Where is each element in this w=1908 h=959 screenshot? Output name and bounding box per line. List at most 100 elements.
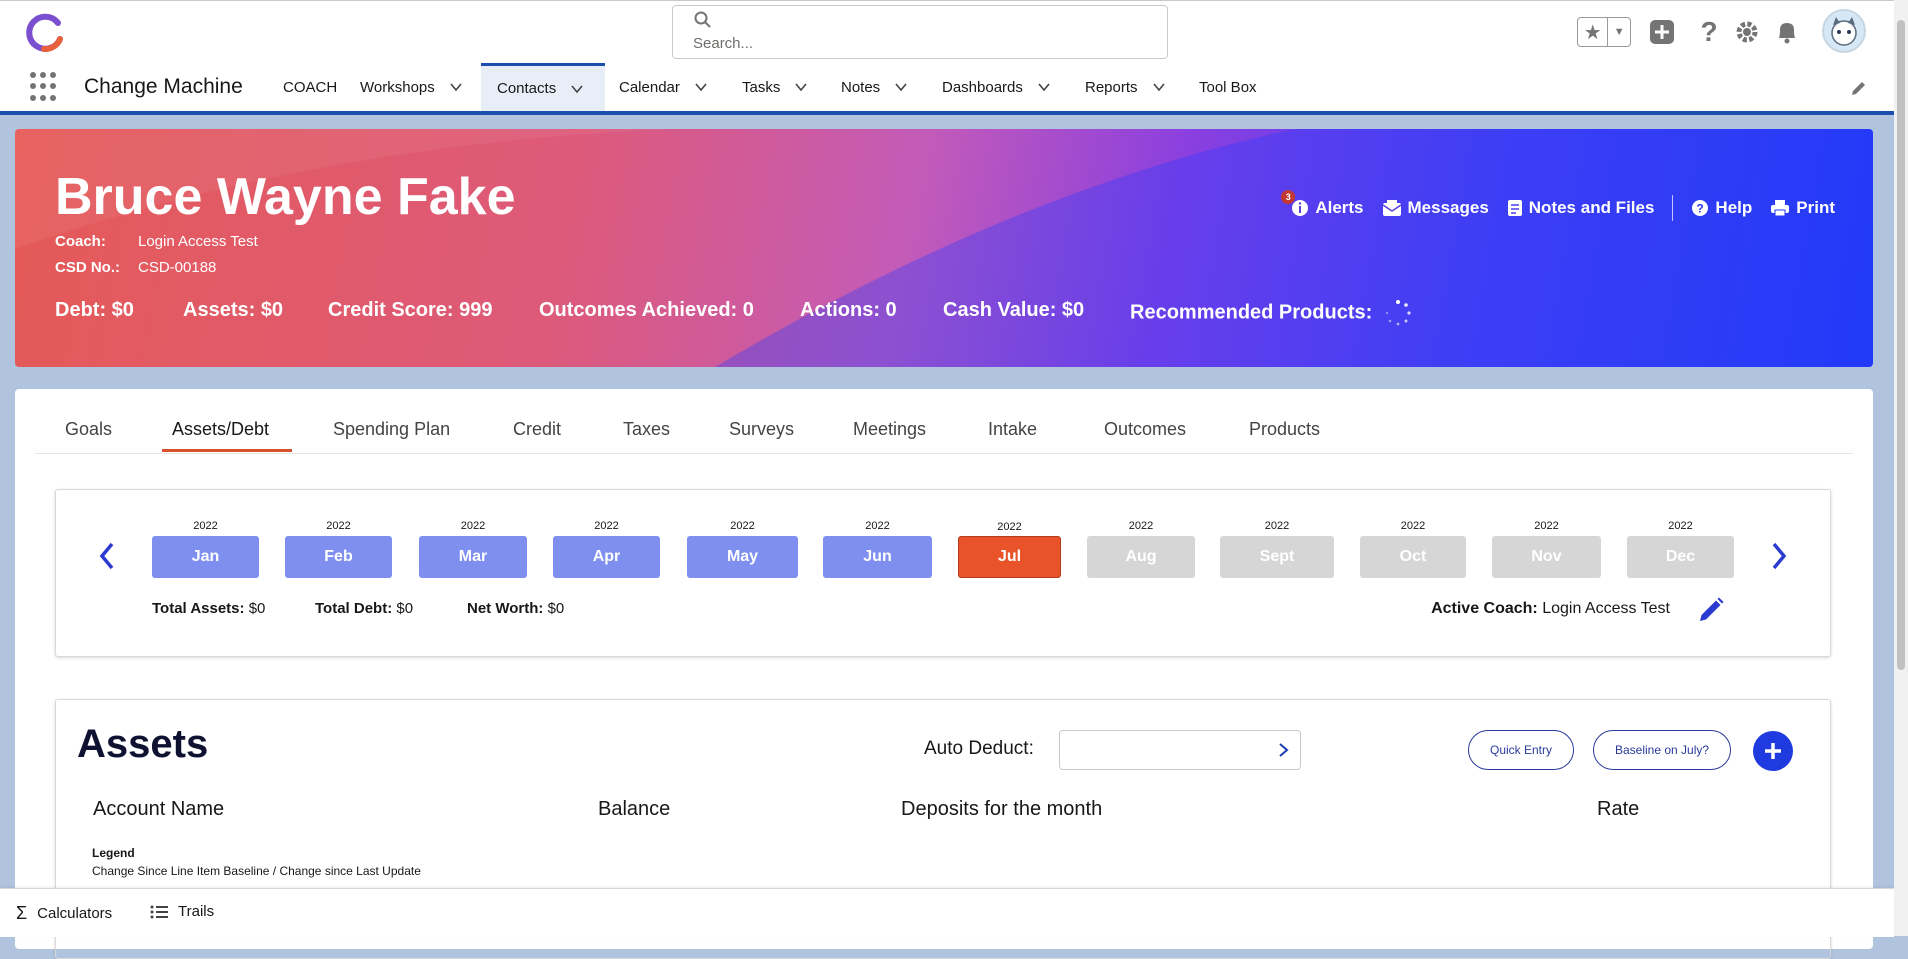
chevron-down-icon[interactable] — [1037, 80, 1051, 94]
month-feb[interactable]: 2022 Feb — [285, 520, 392, 578]
nav-item-coach[interactable]: COACH — [283, 63, 337, 111]
month-jul[interactable]: 2022 Jul — [958, 521, 1061, 578]
tab-surveys[interactable]: Surveys — [729, 419, 794, 440]
baseline-button[interactable]: Baseline on July? — [1593, 730, 1731, 770]
legend-title: Legend — [92, 846, 135, 860]
tab-credit[interactable]: Credit — [513, 419, 561, 440]
global-search[interactable] — [672, 5, 1168, 59]
tab-goals[interactable]: Goals — [65, 419, 112, 440]
add-asset-button[interactable] — [1753, 731, 1793, 771]
messages-button[interactable]: Messages — [1382, 198, 1489, 218]
printer-icon — [1771, 200, 1790, 217]
question-icon: ? — [1692, 200, 1709, 216]
total-assets: Total Assets: $0 — [152, 600, 266, 617]
stat-cash-value: Cash Value: $0 — [943, 299, 1085, 321]
chevron-right-icon[interactable] — [1766, 538, 1792, 574]
scrollbar-thumb[interactable] — [1897, 20, 1905, 670]
avatar[interactable] — [1822, 9, 1866, 53]
tab-meetings[interactable]: Meetings — [853, 419, 926, 440]
banner-decoration — [15, 129, 1873, 367]
tab-assets-debt[interactable]: Assets/Debt — [172, 419, 269, 440]
bell-icon[interactable] — [1772, 17, 1802, 47]
nav-item-reports[interactable]: Reports — [1085, 63, 1166, 111]
sigma-icon: Σ — [16, 903, 28, 923]
month-aug[interactable]: 2022 Aug — [1087, 520, 1195, 578]
edit-nav-icon[interactable] — [1850, 79, 1868, 97]
pencil-icon[interactable] — [1697, 596, 1725, 624]
header-actions: 3 Alerts Messages Notes and Files ? Help… — [1281, 190, 1835, 221]
chevron-down-icon[interactable] — [570, 82, 584, 96]
global-add-icon[interactable] — [1647, 17, 1677, 47]
chevron-down-icon[interactable] — [694, 80, 708, 94]
month-sept[interactable]: 2022 Sept — [1220, 520, 1334, 578]
month-mar[interactable]: 2022 Mar — [419, 520, 527, 578]
column-header-deposits: Deposits for the month — [901, 798, 1103, 820]
nav-item-notes[interactable]: Notes — [841, 63, 908, 111]
column-header-account-name: Account Name — [93, 798, 225, 820]
app-nav-bar: Change Machine COACH Workshops Contacts … — [0, 63, 1908, 115]
app-logo-icon[interactable] — [22, 11, 66, 55]
total-debt: Total Debt: $0 — [315, 600, 414, 617]
nav-item-calendar[interactable]: Calendar — [619, 63, 708, 111]
nav-item-dashboards[interactable]: Dashboards — [942, 63, 1051, 111]
tab-products[interactable]: Products — [1249, 419, 1320, 440]
month-jun[interactable]: 2022 Jun — [823, 520, 932, 578]
auto-deduct-label: Auto Deduct: — [924, 738, 1034, 759]
month-oct[interactable]: 2022 Oct — [1360, 520, 1466, 578]
chevron-right-icon — [1279, 743, 1289, 757]
stat-actions: Actions: 0 — [800, 299, 897, 321]
help-button[interactable]: ? Help — [1691, 198, 1752, 218]
tab-taxes[interactable]: Taxes — [623, 419, 670, 440]
assets-heading: Assets — [77, 722, 209, 766]
app-name: Change Machine — [84, 75, 243, 98]
month-may[interactable]: 2022 May — [687, 520, 798, 578]
month-nov[interactable]: 2022 Nov — [1492, 520, 1601, 578]
plus-icon — [1765, 743, 1781, 759]
favorites-button[interactable]: ★ ▼ — [1577, 17, 1631, 47]
alerts-button[interactable]: 3 Alerts — [1281, 190, 1364, 218]
calculators-button[interactable]: Σ Calculators — [16, 903, 112, 924]
print-button[interactable]: Print — [1770, 198, 1835, 218]
tab-outcomes[interactable]: Outcomes — [1104, 419, 1186, 440]
chevron-down-icon[interactable]: ▼ — [1608, 18, 1630, 46]
notes-and-files-button[interactable]: Notes and Files — [1507, 198, 1654, 218]
nav-item-contacts[interactable]: Contacts — [481, 63, 605, 111]
help-icon[interactable]: ? — [1694, 16, 1724, 47]
loading-spinner-icon — [1385, 300, 1411, 326]
chevron-down-icon[interactable] — [894, 80, 908, 94]
column-header-rate: Rate — [1597, 798, 1640, 820]
quick-entry-button[interactable]: Quick Entry — [1468, 730, 1574, 770]
divider — [1672, 195, 1674, 221]
gear-icon[interactable] — [1732, 17, 1762, 47]
tab-intake[interactable]: Intake — [988, 419, 1037, 440]
list-icon — [150, 905, 168, 918]
nav-item-tasks[interactable]: Tasks — [742, 63, 808, 111]
record-tabs: Goals Assets/Debt Spending Plan Credit T… — [35, 389, 1853, 454]
legend-text: Change Since Line Item Baseline / Change… — [92, 864, 421, 878]
month-jan[interactable]: 2022 Jan — [152, 520, 259, 578]
messages-icon — [1382, 200, 1401, 216]
tab-spending-plan[interactable]: Spending Plan — [333, 419, 450, 440]
stat-recommended-products: Recommended Products: — [1130, 299, 1412, 327]
net-worth: Net Worth: $0 — [467, 600, 565, 617]
contact-header-banner: Bruce Wayne Fake Coach: Login Access Tes… — [15, 129, 1873, 367]
auto-deduct-select[interactable] — [1059, 730, 1301, 770]
page-scrollbar[interactable] — [1894, 0, 1908, 936]
star-icon[interactable]: ★ — [1578, 18, 1609, 46]
month-dec[interactable]: 2022 Dec — [1627, 520, 1734, 578]
month-apr[interactable]: 2022 Apr — [553, 520, 660, 578]
nav-item-workshops[interactable]: Workshops — [360, 63, 463, 111]
chevron-down-icon[interactable] — [794, 80, 808, 94]
chevron-left-icon[interactable] — [94, 538, 120, 574]
chevron-down-icon[interactable] — [1152, 80, 1166, 94]
stat-credit-score: Credit Score: 999 — [328, 299, 493, 321]
search-input[interactable] — [691, 34, 1155, 53]
trails-button[interactable]: Trails — [150, 903, 214, 920]
nav-item-tool-box[interactable]: Tool Box — [1199, 63, 1257, 111]
info-icon — [1292, 200, 1309, 216]
app-launcher-icon[interactable] — [30, 72, 60, 102]
main-card: Goals Assets/Debt Spending Plan Credit T… — [15, 389, 1873, 959]
chevron-down-icon[interactable] — [449, 80, 463, 94]
stat-outcomes: Outcomes Achieved: 0 — [539, 299, 754, 321]
column-header-balance: Balance — [598, 798, 671, 820]
